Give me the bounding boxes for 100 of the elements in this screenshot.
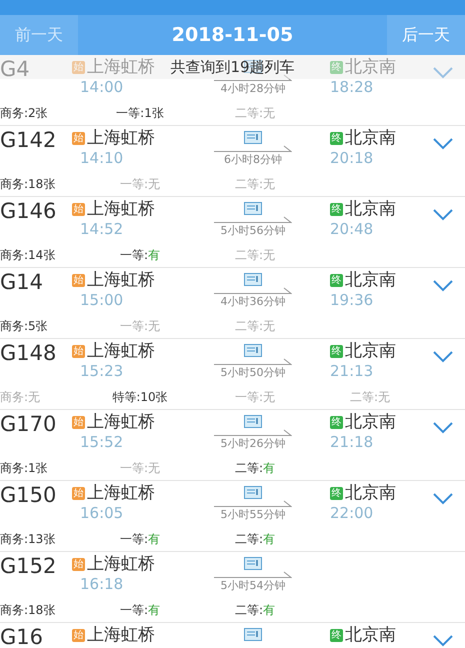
trip-duration: 4小时28分钟 [220, 81, 286, 96]
arrival-station: 北京南 [345, 199, 396, 220]
start-badge: 始 [72, 487, 85, 500]
seat-status: 10张 [140, 390, 168, 404]
trip-duration: 5小时55分钟 [220, 507, 286, 522]
train-row[interactable]: G170 始 上海虹桥 15:52 5小时26分钟 终 北京南 21:18 商务:1张 一等:无 二等:有 [0, 410, 465, 481]
departure-time: 16:18 [79, 575, 124, 593]
departure-station: 上海虹桥 [87, 128, 155, 149]
date-title: 2018-11-05 [172, 24, 294, 46]
seat-status: 无 [148, 319, 160, 333]
seat-status: 无 [263, 106, 276, 120]
seat-class: 二等: [350, 390, 378, 404]
seat-status: 有 [263, 461, 276, 475]
seat-status: 无 [148, 177, 160, 191]
start-badge: 始 [72, 61, 85, 74]
seat-status: 2张 [28, 106, 48, 120]
train-row[interactable]: G14 始 上海虹桥 15:00 4小时36分钟 终 北京南 19:36 商务:5张 一等:无 二等:无 [0, 268, 465, 339]
trip-duration: 5小时50分钟 [220, 365, 286, 380]
chevron-down-icon[interactable] [433, 209, 453, 221]
end-badge: 终 [330, 61, 343, 74]
train-row[interactable]: G148 始 上海虹桥 15:23 5小时50分钟 终 北京南 21:13 商务:无 特等:10张 一等:无 二等:无 [0, 339, 465, 410]
departure-station: 上海虹桥 [87, 412, 155, 433]
departure-time: 15:00 [79, 291, 124, 309]
arrival-station: 北京南 [345, 341, 396, 362]
chevron-down-icon[interactable] [433, 422, 453, 434]
seat-class: 二等: [234, 106, 264, 120]
departure-station: 上海虹桥 [87, 483, 155, 504]
seat-status: 1张 [144, 106, 164, 120]
train-row[interactable]: G16 始 上海虹桥 终 北京南 [0, 623, 465, 648]
seat-status: 无 [263, 177, 276, 191]
start-badge: 始 [72, 629, 85, 642]
departure-station: 上海虹桥 [87, 57, 155, 78]
train-number: G146 [0, 199, 58, 225]
start-badge: 始 [72, 132, 85, 145]
arrival-time: 22:00 [330, 504, 374, 522]
end-badge: 终 [330, 132, 343, 145]
train-number: G4 [0, 57, 31, 83]
departure-time: 14:10 [79, 149, 124, 167]
end-badge: 终 [330, 345, 343, 358]
seat-status: 18张 [28, 603, 56, 617]
end-badge: 终 [330, 487, 343, 500]
departure-station: 上海虹桥 [87, 270, 155, 291]
chevron-down-icon[interactable] [433, 138, 453, 150]
trip-duration: 5小时26分钟 [220, 436, 286, 451]
train-row[interactable]: G150 始 上海虹桥 16:05 5小时55分钟 终 北京南 22:00 商务:13张 一等:有 二等:有 [0, 481, 465, 552]
seat-status: 无 [378, 390, 390, 404]
arrival-time: 21:13 [330, 362, 374, 380]
train-number: G14 [0, 270, 44, 296]
seat-status: 无 [263, 390, 276, 404]
arrival-station: 北京南 [345, 57, 396, 78]
end-badge: 终 [330, 203, 343, 216]
seat-class: 一等: [116, 106, 144, 120]
train-row[interactable]: G142 始 上海虹桥 14:10 6小时8分钟 终 北京南 20:18 商务:18张 一等:无 二等:无 [0, 126, 465, 197]
departure-time: 14:00 [79, 78, 124, 96]
arrival-station: 北京南 [345, 270, 396, 291]
arrival-time: 18:28 [330, 78, 374, 96]
seat-class: 商务: [0, 461, 28, 475]
seat-status: 无 [263, 319, 276, 333]
arrival-station: 北京南 [345, 128, 396, 149]
seat-class: 二等: [234, 319, 264, 333]
train-number: G152 [0, 554, 58, 580]
start-badge: 始 [72, 558, 85, 571]
arrival-time: 20:48 [330, 220, 374, 238]
seat-status: 18张 [28, 177, 56, 191]
arrival-station: 北京南 [345, 483, 396, 504]
departure-station: 上海虹桥 [87, 625, 155, 646]
chevron-down-icon[interactable] [433, 493, 453, 505]
departure-station: 上海虹桥 [87, 554, 155, 575]
seat-class: 二等: [234, 603, 264, 617]
seat-class: 商务: [0, 603, 28, 617]
seat-class: 二等: [234, 177, 264, 191]
seat-status: 无 [148, 461, 160, 475]
end-badge: 终 [330, 416, 343, 429]
trip-duration: 5小时54分钟 [220, 578, 286, 593]
departure-time: 15:52 [79, 433, 124, 451]
seat-status: 1张 [28, 461, 48, 475]
seat-class: 一等: [120, 177, 148, 191]
end-badge: 终 [330, 274, 343, 287]
train-number: G150 [0, 483, 58, 509]
seat-class: 商务: [0, 390, 28, 404]
seat-class: 商务: [0, 532, 28, 546]
start-badge: 始 [72, 345, 85, 358]
seat-class: 特等: [112, 390, 140, 404]
end-badge: 终 [330, 629, 343, 642]
chevron-down-icon[interactable] [433, 280, 453, 292]
seat-status: 无 [263, 248, 276, 262]
seat-status: 有 [148, 532, 160, 546]
seat-class: 商务: [0, 248, 28, 262]
seat-status: 有 [148, 603, 160, 617]
seat-status: 有 [263, 532, 276, 546]
departure-station: 上海虹桥 [87, 199, 155, 220]
seat-class: 二等: [234, 461, 264, 475]
seat-class: 商务: [0, 177, 28, 191]
train-number: G148 [0, 341, 58, 367]
chevron-down-icon[interactable] [433, 635, 453, 647]
train-row[interactable]: G146 始 上海虹桥 14:52 5小时56分钟 终 北京南 20:48 商务:14张 一等:有 二等:无 [0, 197, 465, 268]
chevron-down-icon[interactable] [433, 351, 453, 363]
trip-duration: 5小时56分钟 [220, 223, 286, 238]
train-row[interactable]: G152 始 上海虹桥 16:18 5小时54分钟 商务:18张 一等:有 二等:有 [0, 552, 465, 623]
seat-class: 一等: [120, 532, 148, 546]
